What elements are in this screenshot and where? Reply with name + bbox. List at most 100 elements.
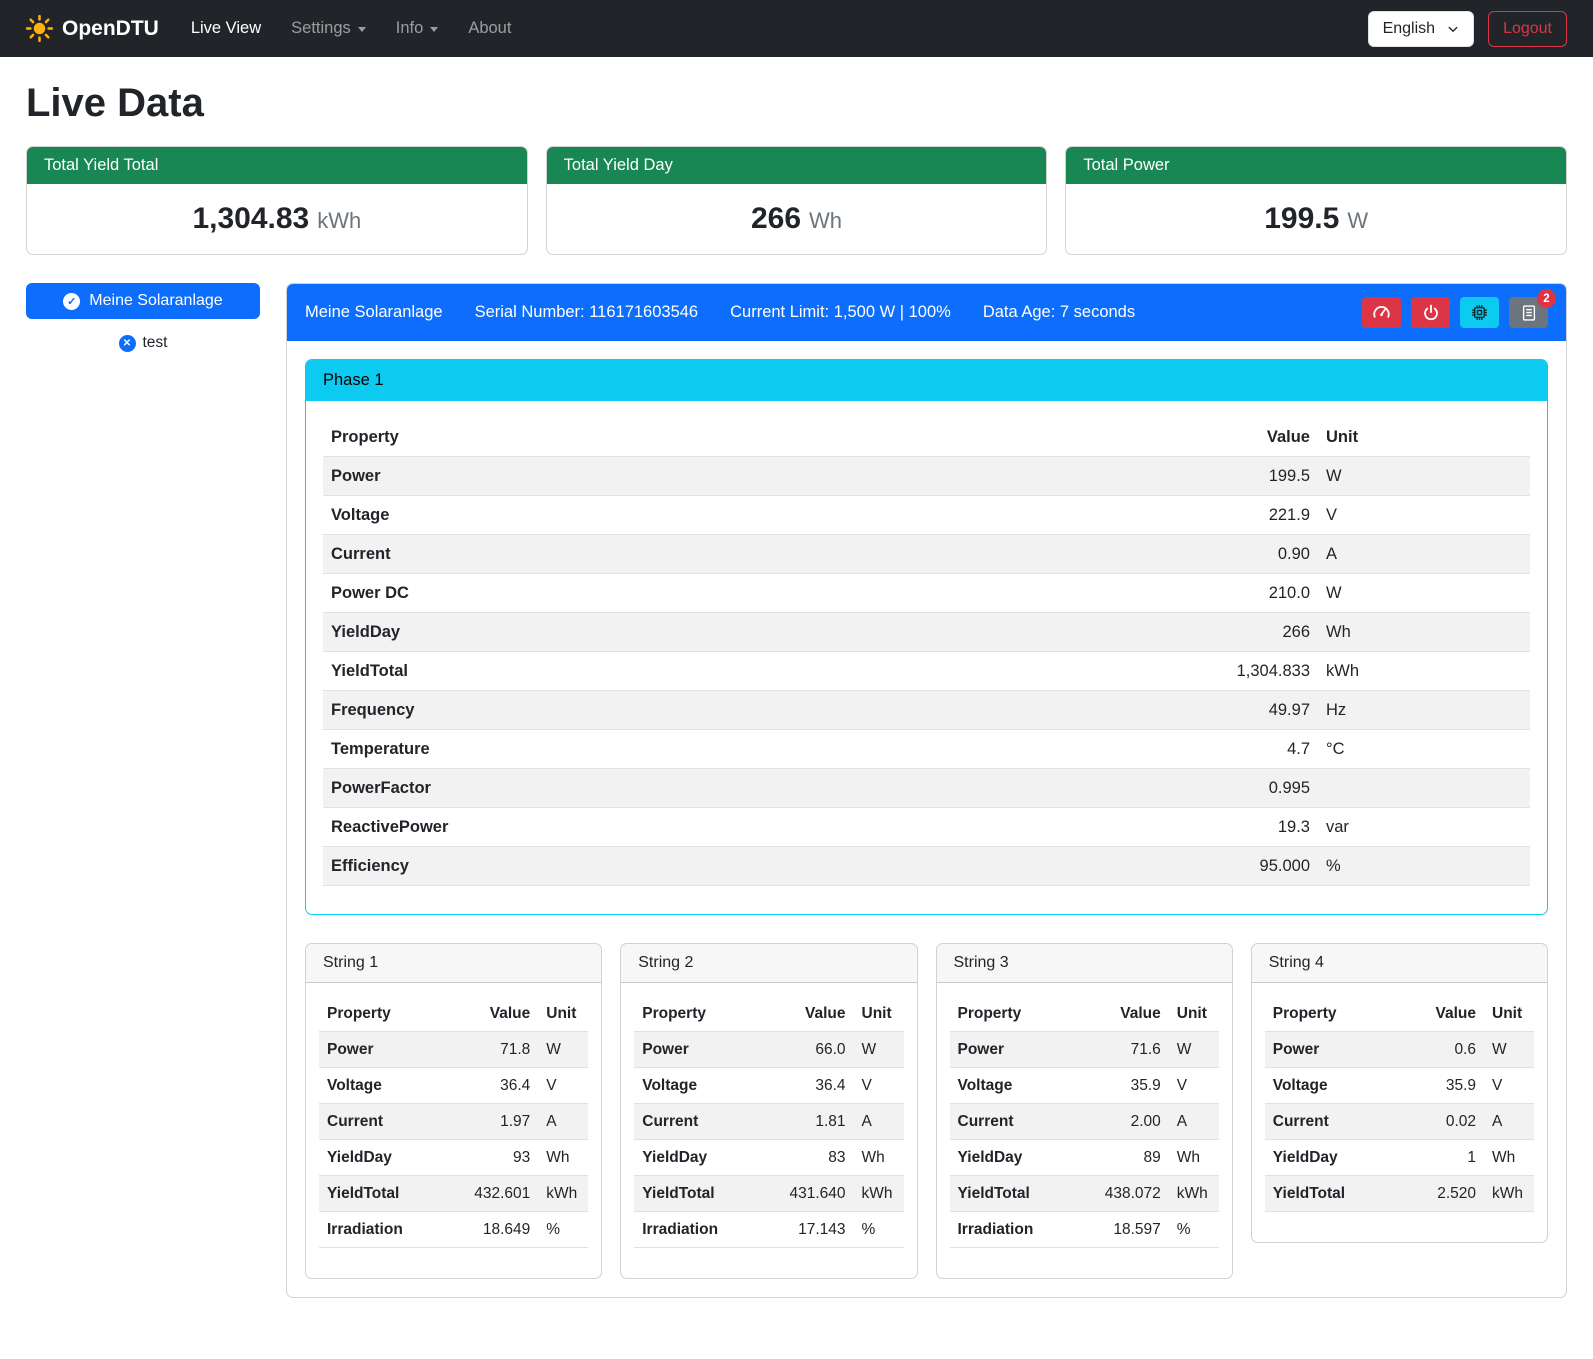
total-yield-total-value: 1,304.83: [192, 202, 309, 235]
property-cell: YieldDay: [634, 1140, 777, 1176]
table-row: Irradiation18.649%: [319, 1212, 588, 1248]
speedometer-icon: [1372, 303, 1391, 322]
unit-cell: A: [538, 1104, 588, 1140]
power-icon: [1422, 304, 1440, 322]
table-row: YieldDay89Wh: [950, 1140, 1219, 1176]
nav-live-view[interactable]: Live View: [177, 11, 275, 46]
card-body: 1,304.83kWh: [27, 184, 527, 254]
property-cell: Voltage: [319, 1068, 462, 1104]
unit-cell: Hz: [1318, 691, 1530, 730]
string-4-table: Property Value Unit Power0.6W Voltage35.…: [1265, 996, 1534, 1212]
test-inverter-label: test: [143, 334, 168, 352]
unit-cell: %: [1169, 1212, 1219, 1248]
unit-cell: Wh: [538, 1140, 588, 1176]
caret-down-icon: [358, 27, 366, 32]
journal-icon: [1520, 304, 1538, 322]
value-header: Value: [1408, 996, 1484, 1032]
table-row: Current0.90A: [323, 535, 1530, 574]
string-2-table: Property Value Unit Power66.0W Voltage36…: [634, 996, 903, 1248]
content-row: ✓ Meine Solaranlage ✕ test Meine Solaran…: [26, 283, 1567, 1328]
property-cell: Irradiation: [634, 1212, 777, 1248]
string-card-body: Property Value Unit Power71.6W Voltage35…: [937, 983, 1232, 1278]
card-header: Total Yield Total: [27, 147, 527, 184]
value-cell: 432.601: [462, 1176, 538, 1212]
event-log-button[interactable]: 2: [1509, 297, 1548, 328]
sidebar-item-meine-solaranlage[interactable]: ✓ Meine Solaranlage: [26, 283, 260, 319]
unit-header: Unit: [1484, 996, 1534, 1032]
main-container: Live Data Total Yield Total 1,304.83kWh …: [0, 81, 1593, 1328]
nav-settings-label: Settings: [291, 19, 351, 38]
unit-cell: V: [1169, 1068, 1219, 1104]
value-header: Value: [1168, 418, 1318, 457]
language-select-value: English: [1383, 20, 1435, 38]
value-cell: 89: [1093, 1140, 1169, 1176]
value-cell: 93: [462, 1140, 538, 1176]
property-cell: Current: [319, 1104, 462, 1140]
property-cell: YieldDay: [319, 1140, 462, 1176]
unit-cell: W: [538, 1032, 588, 1068]
value-cell: 0.995: [1168, 769, 1318, 808]
value-cell: 0.02: [1408, 1104, 1484, 1140]
table-row: Voltage35.9V: [950, 1068, 1219, 1104]
value-cell: 0.90: [1168, 535, 1318, 574]
inverter-panel-header: Meine Solaranlage Serial Number: 1161716…: [287, 284, 1566, 341]
page: OpenDTU Live View Settings Info About En…: [0, 0, 1593, 1359]
value-header: Value: [462, 996, 538, 1032]
property-cell: Current: [950, 1104, 1093, 1140]
table-row: YieldTotal431.640kWh: [634, 1176, 903, 1212]
table-row: YieldDay93Wh: [319, 1140, 588, 1176]
unit-header: Unit: [1169, 996, 1219, 1032]
property-cell: Efficiency: [323, 847, 1168, 886]
limit-settings-button[interactable]: [1362, 297, 1401, 328]
device-info-button[interactable]: [1460, 297, 1499, 328]
card-header: Total Power: [1066, 147, 1566, 184]
language-select[interactable]: English: [1368, 11, 1474, 47]
chevron-down-icon: [1447, 23, 1459, 35]
value-cell: 95.000: [1168, 847, 1318, 886]
property-cell: Voltage: [950, 1068, 1093, 1104]
value-cell: 221.9: [1168, 496, 1318, 535]
unit-cell: W: [1318, 457, 1530, 496]
unit-cell: Wh: [1484, 1140, 1534, 1176]
value-cell: 0.6: [1408, 1032, 1484, 1068]
unit-cell: kWh: [1484, 1176, 1534, 1212]
value-cell: 438.072: [1093, 1176, 1169, 1212]
nav-info-label: Info: [396, 19, 424, 38]
string-3-table: Property Value Unit Power71.6W Voltage35…: [950, 996, 1219, 1248]
property-cell: Power: [634, 1032, 777, 1068]
table-row: Power199.5W: [323, 457, 1530, 496]
property-cell: YieldTotal: [323, 652, 1168, 691]
brand-link[interactable]: OpenDTU: [26, 15, 159, 42]
table-row: Power71.8W: [319, 1032, 588, 1068]
value-cell: 71.6: [1093, 1032, 1169, 1068]
unit-cell: kWh: [854, 1176, 904, 1212]
table-header-row: Property Value Unit: [1265, 996, 1534, 1032]
property-header: Property: [319, 996, 462, 1032]
value-cell: 1.97: [462, 1104, 538, 1140]
table-row: Efficiency95.000%: [323, 847, 1530, 886]
property-cell: Power: [950, 1032, 1093, 1068]
value-cell: 1: [1408, 1140, 1484, 1176]
table-header-row: Property Value Unit: [319, 996, 588, 1032]
property-cell: YieldTotal: [634, 1176, 777, 1212]
property-header: Property: [950, 996, 1093, 1032]
nav-settings[interactable]: Settings: [277, 11, 380, 46]
table-row: YieldTotal1,304.833kWh: [323, 652, 1530, 691]
logout-button[interactable]: Logout: [1488, 11, 1567, 47]
string-4-card: String 4 Property Value Unit: [1251, 943, 1548, 1243]
unit-cell: V: [538, 1068, 588, 1104]
nav-about[interactable]: About: [454, 11, 525, 46]
unit-cell: [1318, 769, 1530, 808]
power-button[interactable]: [1411, 297, 1450, 328]
panel-action-buttons: 2: [1362, 297, 1548, 328]
serial-number: Serial Number: 116171603546: [475, 303, 699, 322]
table-row: Voltage36.4V: [319, 1068, 588, 1104]
nav-info[interactable]: Info: [382, 11, 453, 46]
inverter-button-label: Meine Solaranlage: [89, 292, 222, 310]
property-cell: Voltage: [634, 1068, 777, 1104]
strings-row: String 1 Property Value Unit: [305, 943, 1548, 1279]
sidebar-item-test[interactable]: ✕ test: [26, 334, 260, 352]
unit-cell: %: [854, 1212, 904, 1248]
table-row: Frequency49.97Hz: [323, 691, 1530, 730]
unit-header: Unit: [1318, 418, 1530, 457]
